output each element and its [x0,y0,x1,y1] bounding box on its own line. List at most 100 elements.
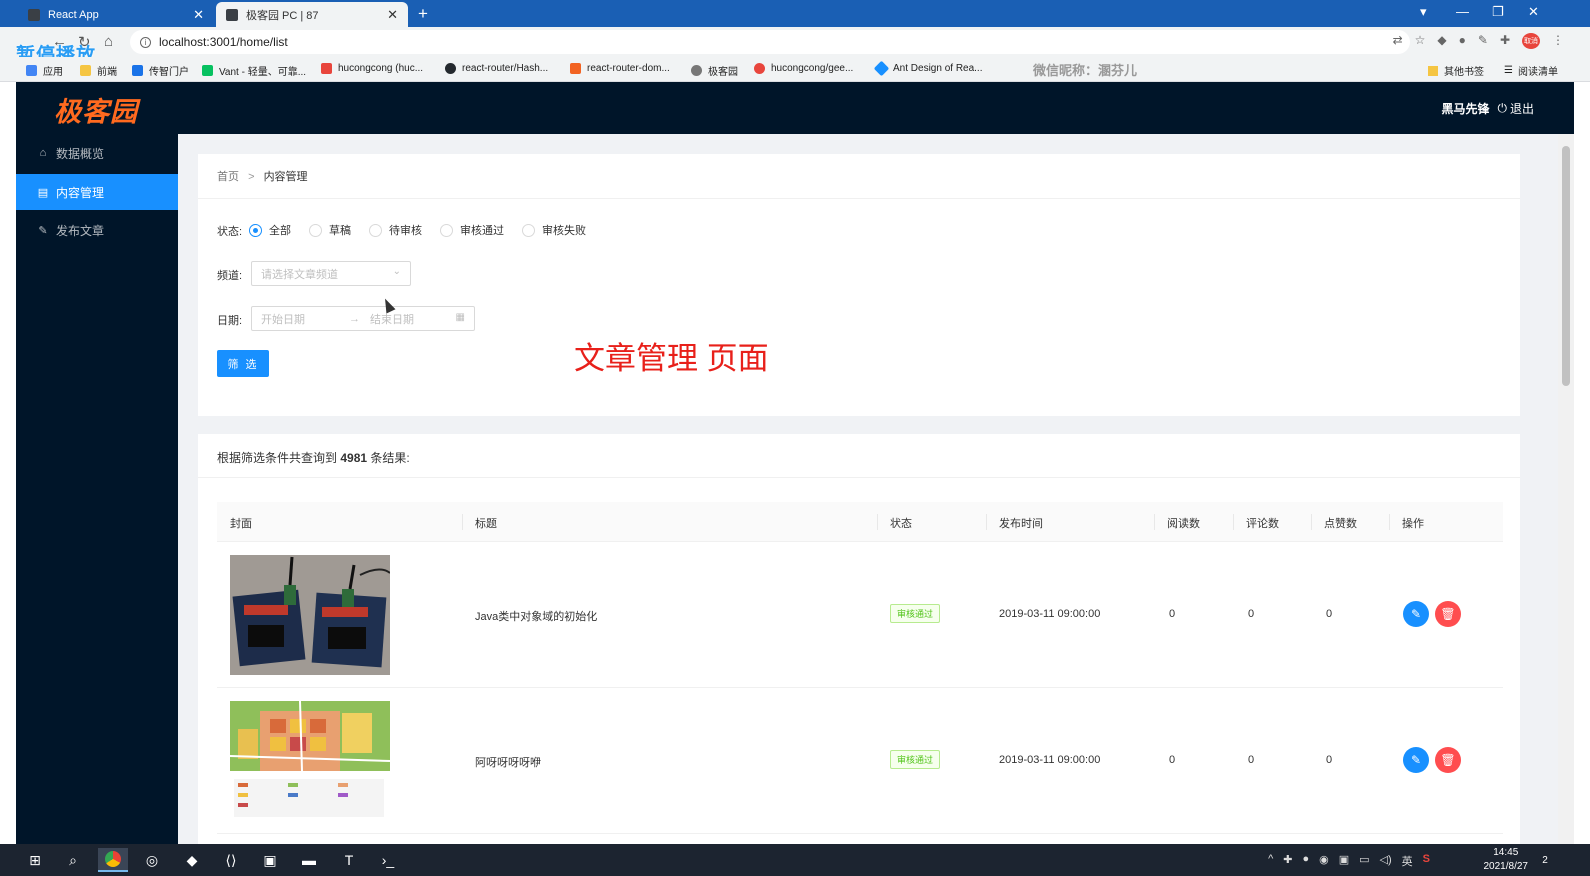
typora-icon[interactable]: T [334,848,364,872]
reading-list[interactable]: ☰ 阅读清单 [1504,63,1558,78]
star-icon[interactable]: ☆ [1415,33,1426,49]
breadcrumb-home-link[interactable]: 首页 [217,171,239,183]
bookmark-item[interactable]: 应用 [26,63,63,78]
chevron-up-icon[interactable]: ^ [1268,853,1273,869]
sidebar-menu: ⌂ 数据概览 ▤ 内容管理 ✎ 发布文章 [16,134,178,844]
bookmark-item[interactable]: 前端 [80,63,117,78]
filter-button[interactable]: 筛 选 [217,350,269,377]
app-logo: 极客园 [54,97,138,128]
column-separator [986,514,987,530]
delete-button[interactable]: 🗑 [1435,601,1461,627]
start-date-input[interactable]: 开始日期 [261,311,305,327]
translate-icon[interactable]: ⇄ [1393,33,1403,49]
tab-label: React App [48,8,99,21]
bookmark-item[interactable]: Ant Design of Rea... [873,60,983,77]
page-scrollbar[interactable] [1558,134,1574,844]
address-bar-row: ← ↻ ⌂ i localhost:3001/home/list [0,27,1590,57]
sidebar-item-content[interactable]: ▤ 内容管理 [16,174,178,210]
git-icon[interactable]: ◆ [177,848,207,872]
new-tab-icon[interactable]: + [418,4,428,24]
column-header: 操作 [1402,518,1424,530]
windows-start-icon[interactable]: ⊞ [20,848,50,872]
sidebar-item-publish[interactable]: ✎ 发布文章 [16,212,178,248]
edit-button[interactable]: ✎ [1403,747,1429,773]
radio-circle [440,223,453,237]
notification-icon[interactable]: 2 [1530,848,1560,872]
react-favicon-icon [28,8,40,21]
like-count: 0 [1326,754,1333,766]
app-icon[interactable]: ◎ [137,848,167,872]
radio-rejected[interactable]: 审核失败 [522,222,586,238]
edit-button[interactable]: ✎ [1403,601,1429,627]
radio-approved[interactable]: 审核通过 [440,222,504,238]
bookmark-item[interactable]: react-router-dom... [570,63,670,74]
calendar-icon: ▦ [455,312,465,323]
url-input[interactable]: i localhost:3001/home/list [130,30,1410,54]
folder-icon [1428,65,1438,76]
sogou-icon[interactable]: S [1423,853,1430,869]
logout-button[interactable]: ⏻ 退出 [1497,100,1534,117]
extension-icon[interactable]: ◆ [1437,33,1446,49]
info-icon[interactable]: i [140,36,151,48]
search-icon[interactable]: ⌕ [58,848,88,872]
radio-draft[interactable]: 草稿 [309,222,351,238]
end-date-input[interactable]: 结束日期 [370,311,414,327]
bookmark-item[interactable]: react-router/Hash... [445,63,548,74]
bookmarks-bar: 应用 前端 传智门户 Vant - 轻量、可靠... hucongcong (h… [0,57,1590,82]
extension-icon[interactable]: ✎ [1478,33,1488,49]
microphone-icon[interactable]: ● [1302,853,1309,869]
bookmark-item[interactable]: Vant - 轻量、可靠... [202,63,306,78]
network-icon[interactable]: ▭ [1359,853,1369,869]
bookmark-icon [132,65,143,76]
folder-icon[interactable]: ▬ [294,848,324,872]
bookmark-icon [691,65,702,76]
sidebar-item-dashboard[interactable]: ⌂ 数据概览 [16,135,178,171]
app-header: 极客园 黑马先锋 ⏻ 退出 [16,82,1574,134]
system-clock[interactable]: 14:45 2021/8/27 [1484,846,1529,874]
bookmark-item[interactable]: 极客园 [691,63,738,78]
arrow-right-icon: → [349,312,360,325]
delete-icon: 🗑 [1440,607,1456,621]
delete-button[interactable]: 🗑 [1435,747,1461,773]
tab-jikeyuan[interactable]: 极客园 PC | 87 ✕ [216,2,408,27]
scrollbar-thumb[interactable] [1562,146,1570,386]
extension-icon[interactable]: ● [1459,33,1466,49]
tab-search-icon[interactable]: ▾ [1420,4,1427,20]
more-menu-icon[interactable]: ⋮ [1552,33,1564,49]
chrome-icon[interactable] [98,848,128,872]
reading-list-icon: ☰ [1504,65,1513,76]
cover-image [230,701,390,821]
bookmark-item[interactable]: hucongcong/gee... [754,63,853,74]
tray-app-icon[interactable]: ✚ [1283,853,1292,869]
terminal-icon[interactable]: ›_ [373,848,403,872]
restore-icon[interactable]: ❐ [1492,4,1504,20]
bookmark-icon [570,63,581,74]
home-icon[interactable]: ⌂ [104,33,113,50]
app-icon[interactable]: ▣ [255,848,285,872]
url-text: localhost:3001/home/list [159,35,288,49]
tab-react-app[interactable]: React App ✕ [18,2,214,27]
os-taskbar: ⊞ ⌕ ◎ ◆ ⟨⟩ ▣ ▬ T ›_ ^ ✚ ● ◉ ▣ ▭ ◁) 英 S 1… [0,844,1590,876]
bookmark-item[interactable]: 传智门户 [132,63,189,78]
channel-select[interactable]: 请选择文章频道 ⌄ [251,261,411,286]
volume-icon[interactable]: ◁) [1380,853,1392,869]
tray-app-icon[interactable]: ◉ [1319,853,1329,869]
profile-avatar[interactable]: 取消 [1522,33,1540,49]
radio-all[interactable]: 全部 [249,222,291,238]
close-icon[interactable]: ✕ [387,7,398,23]
bookmark-item[interactable]: hucongcong (huc... [321,63,423,74]
column-header: 评论数 [1246,518,1279,530]
vscode-icon[interactable]: ⟨⟩ [216,848,246,872]
minimize-icon[interactable]: — [1456,4,1469,19]
close-icon[interactable]: ✕ [193,7,204,23]
date-range-picker[interactable]: 开始日期 → 结束日期 ▦ [251,306,475,331]
puzzle-icon[interactable]: ✚ [1500,33,1510,49]
status-radio-group: 全部 草稿 待审核 审核通过 审核失败 [249,222,604,238]
tray-app-icon[interactable]: ▣ [1339,853,1349,869]
other-bookmarks[interactable]: 其他书签 [1428,63,1484,78]
ime-indicator[interactable]: 英 [1402,853,1413,869]
bookmark-icon [26,65,37,76]
radio-pending[interactable]: 待审核 [369,222,422,238]
comment-count: 0 [1248,754,1255,766]
window-close-icon[interactable]: ✕ [1528,4,1539,20]
